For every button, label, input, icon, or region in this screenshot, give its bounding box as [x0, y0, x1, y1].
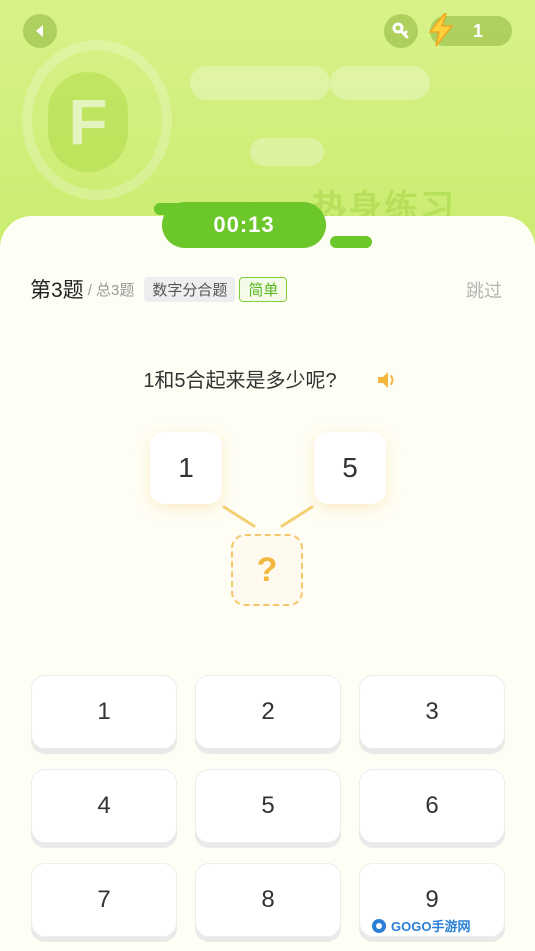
keypad-key-3[interactable]: 3: [359, 675, 505, 749]
watermark: GOGO手游网: [370, 916, 470, 935]
keypad-key-6[interactable]: 6: [359, 769, 505, 843]
watermark-logo-icon: [372, 918, 386, 933]
answer-slot: ?: [231, 534, 303, 606]
keypad-key-1[interactable]: 1: [31, 675, 177, 749]
keypad-key-4[interactable]: 4: [31, 769, 177, 843]
keypad-key-8[interactable]: 8: [195, 863, 341, 937]
watermark-text: GOGO手游网: [391, 919, 471, 934]
keypad-key-2[interactable]: 2: [195, 675, 341, 749]
keypad-key-5[interactable]: 5: [195, 769, 341, 843]
keypad-key-7[interactable]: 7: [31, 863, 177, 937]
